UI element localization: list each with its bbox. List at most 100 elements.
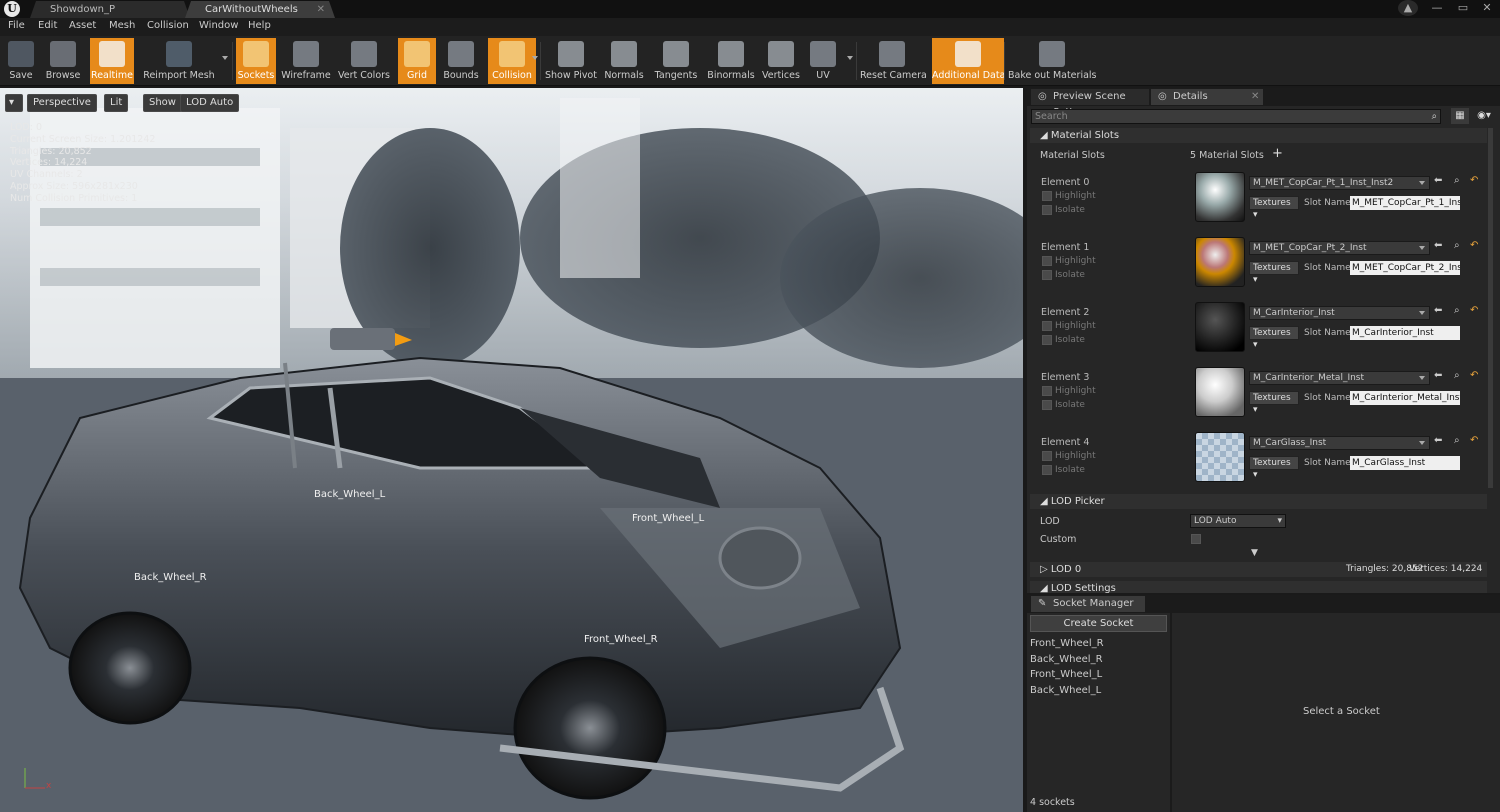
tab-socket-manager[interactable]: ✎ Socket Manager <box>1031 596 1145 612</box>
bounds-button[interactable]: Bounds <box>440 38 482 84</box>
use-selected-arrow-icon[interactable]: ⬅ <box>1434 240 1443 251</box>
perspective-button[interactable]: Perspective <box>27 94 97 112</box>
show-button[interactable]: Show <box>143 94 182 112</box>
section-lod0[interactable]: ▷ LOD 0 Triangles: 20,852 Vertices: 14,2… <box>1030 562 1487 577</box>
material-select[interactable]: M_MET_CopCar_Pt_2_Inst <box>1249 241 1430 255</box>
highlight-checkbox[interactable] <box>1042 191 1052 201</box>
slot-name-input[interactable]: M_MET_CopCar_Pt_2_Inst <box>1350 261 1460 275</box>
menu-mesh[interactable]: Mesh <box>109 20 135 31</box>
slot-name-input[interactable]: M_MET_CopCar_Pt_1_Inst_ <box>1350 196 1460 210</box>
show-pivot-button[interactable]: Show Pivot <box>542 38 600 84</box>
additional-data-button[interactable]: Additional Data <box>932 38 1005 84</box>
bake-out-materials-button[interactable]: Bake out Materials <box>1008 38 1097 84</box>
add-material-slot-icon[interactable]: + <box>1272 146 1283 161</box>
menu-edit[interactable]: Edit <box>38 20 57 31</box>
browse-search-icon[interactable]: ⌕ <box>1454 175 1463 186</box>
isolate-checkbox[interactable] <box>1042 335 1052 345</box>
menu-file[interactable]: File <box>8 20 25 31</box>
socket-label-back-wheel-r[interactable]: Back_Wheel_R <box>134 572 207 583</box>
material-select[interactable]: M_MET_CopCar_Pt_1_Inst_Inst2 <box>1249 176 1430 190</box>
browse-button[interactable]: Browse <box>42 38 84 84</box>
search-input[interactable]: Search ⌕ <box>1031 109 1441 124</box>
material-select[interactable]: M_CarInterior_Inst <box>1249 306 1430 320</box>
collision-button[interactable]: Collision <box>488 38 536 84</box>
lod-select[interactable]: LOD Auto ▾ <box>1190 514 1286 528</box>
use-selected-arrow-icon[interactable]: ⬅ <box>1434 370 1443 381</box>
highlight-checkbox[interactable] <box>1042 321 1052 331</box>
property-matrix-icon[interactable]: ▦ <box>1451 108 1469 124</box>
menu-window[interactable]: Window <box>199 20 238 31</box>
grid-button[interactable]: Grid <box>398 38 436 84</box>
material-thumbnail[interactable] <box>1195 432 1245 482</box>
isolate-checkbox[interactable] <box>1042 400 1052 410</box>
reset-to-default-icon[interactable]: ↶ <box>1470 305 1479 316</box>
use-selected-arrow-icon[interactable]: ⬅ <box>1434 175 1443 186</box>
socket-item[interactable]: Back_Wheel_L <box>1030 685 1101 696</box>
highlight-checkbox[interactable] <box>1042 256 1052 266</box>
wireframe-button[interactable]: Wireframe <box>280 38 332 84</box>
isolate-checkbox[interactable] <box>1042 465 1052 475</box>
reset-camera-button[interactable]: Reset Camera <box>860 38 927 84</box>
tab-preview-scene[interactable]: ◎ Preview Scene Sett <box>1031 89 1149 118</box>
textures-dropdown[interactable]: Textures ▾ <box>1249 456 1299 480</box>
custom-checkbox[interactable] <box>1191 534 1201 544</box>
reset-to-default-icon[interactable]: ↶ <box>1470 435 1479 446</box>
normals-button[interactable]: Normals <box>602 38 646 84</box>
textures-dropdown[interactable]: Textures ▾ <box>1249 261 1299 285</box>
minimize-icon[interactable]: — <box>1424 0 1450 16</box>
socket-item[interactable]: Back_Wheel_R <box>1030 654 1103 665</box>
slot-name-input[interactable]: M_CarInterior_Metal_Inst <box>1350 391 1460 405</box>
highlight-checkbox[interactable] <box>1042 451 1052 461</box>
section-material-slots[interactable]: ◢ Material Slots <box>1030 128 1487 143</box>
vert-colors-button[interactable]: Vert Colors <box>336 38 392 84</box>
material-thumbnail[interactable] <box>1195 237 1245 287</box>
material-thumbnail[interactable] <box>1195 302 1245 352</box>
material-select[interactable]: M_CarGlass_Inst <box>1249 436 1430 450</box>
chevron-down-icon[interactable] <box>847 56 853 60</box>
create-socket-button[interactable]: Create Socket <box>1030 615 1167 632</box>
use-selected-arrow-icon[interactable]: ⬅ <box>1434 305 1443 316</box>
tab-showdown[interactable]: Showdown_P <box>30 1 190 18</box>
binormals-button[interactable]: Binormals <box>704 38 758 84</box>
browse-search-icon[interactable]: ⌕ <box>1454 370 1463 381</box>
save-button[interactable]: Save <box>4 38 38 84</box>
material-select[interactable]: M_CarInterior_Metal_Inst <box>1249 371 1430 385</box>
close-details-tab-icon[interactable]: ✕ <box>1251 89 1259 105</box>
close-window-icon[interactable]: ✕ <box>1474 0 1500 16</box>
uv-button[interactable]: UV <box>808 38 838 84</box>
sockets-button[interactable]: Sockets <box>236 38 276 84</box>
menu-asset[interactable]: Asset <box>69 20 96 31</box>
details-scrollbar[interactable] <box>1488 128 1493 488</box>
reimport-mesh-button[interactable]: Reimport Mesh <box>136 38 222 84</box>
highlight-checkbox[interactable] <box>1042 386 1052 396</box>
slot-name-input[interactable]: M_CarInterior_Inst <box>1350 326 1460 340</box>
view-options-icon[interactable]: ◉▾ <box>1473 108 1495 124</box>
tab-details[interactable]: ◎ Details ✕ <box>1151 89 1263 105</box>
close-tab-icon[interactable]: ✕ <box>317 1 325 18</box>
section-lod-picker[interactable]: ◢ LOD Picker <box>1030 494 1487 509</box>
use-selected-arrow-icon[interactable]: ⬅ <box>1434 435 1443 446</box>
realtime-button[interactable]: Realtime <box>90 38 134 84</box>
vertices-button[interactable]: Vertices <box>758 38 804 84</box>
isolate-checkbox[interactable] <box>1042 270 1052 280</box>
menu-help[interactable]: Help <box>248 20 271 31</box>
textures-dropdown[interactable]: Textures ▾ <box>1249 326 1299 350</box>
browse-search-icon[interactable]: ⌕ <box>1454 435 1463 446</box>
viewport[interactable]: ▾ Perspective Lit Show LOD Auto LOD: 0 C… <box>0 88 1023 812</box>
viewport-options-button[interactable]: ▾ <box>5 94 23 112</box>
reset-to-default-icon[interactable]: ↶ <box>1470 240 1479 251</box>
socket-label-front-wheel-r[interactable]: Front_Wheel_R <box>584 634 658 645</box>
tangents-button[interactable]: Tangents <box>650 38 702 84</box>
material-thumbnail[interactable] <box>1195 172 1245 222</box>
lod-auto-button[interactable]: LOD Auto <box>180 94 240 112</box>
notification-icon[interactable]: ▲ <box>1398 0 1418 16</box>
socket-item[interactable]: Front_Wheel_L <box>1030 669 1102 680</box>
lit-button[interactable]: Lit <box>104 94 129 112</box>
slot-name-input[interactable]: M_CarGlass_Inst <box>1350 456 1460 470</box>
chevron-down-icon[interactable] <box>222 56 228 60</box>
browse-search-icon[interactable]: ⌕ <box>1454 305 1463 316</box>
section-lod-settings[interactable]: ◢ LOD Settings <box>1030 581 1487 593</box>
material-thumbnail[interactable] <box>1195 367 1245 417</box>
socket-label-front-wheel-l[interactable]: Front_Wheel_L <box>632 513 704 524</box>
tab-car-without-wheels[interactable]: CarWithoutWheels ✕ <box>185 1 335 18</box>
